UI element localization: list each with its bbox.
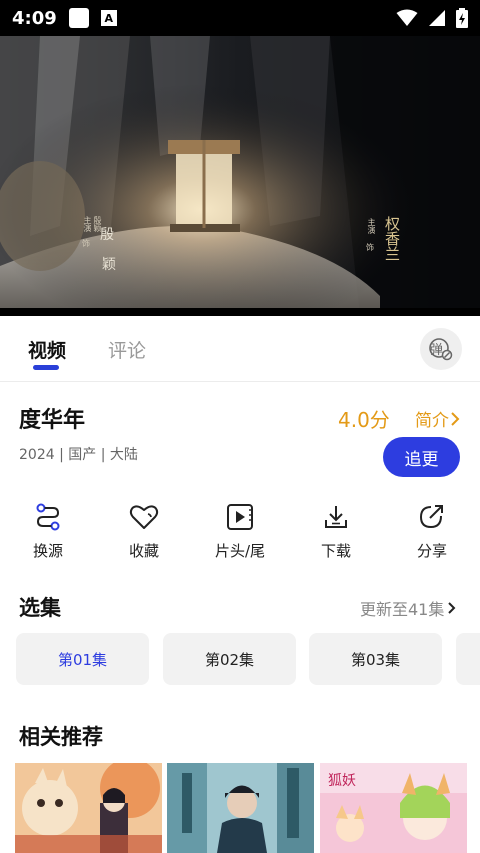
tab-video[interactable]: 视频 bbox=[28, 336, 66, 363]
action-row: 换源 收藏 片头/尾 下载 分享 bbox=[0, 500, 480, 566]
favorite-button[interactable]: 收藏 bbox=[104, 500, 184, 561]
intro-label: 简介 bbox=[415, 411, 449, 431]
video-subtitle-3: 权香兰 bbox=[383, 216, 401, 261]
episodes-title: 选集 bbox=[19, 596, 61, 620]
switch-source-icon bbox=[36, 503, 60, 531]
poster-image-3: 狐妖 bbox=[320, 763, 467, 853]
signal-icon bbox=[429, 10, 445, 26]
recommend-poster-1[interactable] bbox=[15, 763, 162, 853]
poster-image-2 bbox=[167, 763, 314, 853]
status-bar: 4:09 A bbox=[0, 0, 480, 36]
battery-icon bbox=[456, 8, 468, 28]
video-tag-3: 殷颖 bbox=[93, 216, 102, 232]
wifi-icon bbox=[396, 9, 418, 26]
show-score: 4.0分 bbox=[338, 408, 390, 432]
episodes-update-text: 更新至41集 bbox=[360, 600, 445, 619]
notification-icon bbox=[68, 8, 89, 28]
episode-item-3[interactable]: 第03集 bbox=[309, 633, 442, 685]
tab-comments[interactable]: 评论 bbox=[108, 336, 146, 363]
video-tag-4: 主演 bbox=[367, 218, 376, 234]
episode-item-1[interactable]: 第01集 bbox=[16, 633, 149, 685]
chevron-right-icon bbox=[448, 602, 456, 614]
heart-icon bbox=[129, 505, 159, 529]
a-badge-icon: A bbox=[100, 10, 117, 26]
active-tab-indicator bbox=[33, 365, 59, 370]
share-label: 分享 bbox=[416, 542, 447, 560]
svg-text:狐妖: 狐妖 bbox=[328, 773, 356, 789]
download-icon bbox=[325, 506, 347, 528]
intro-link[interactable]: 简介 bbox=[415, 406, 461, 431]
video-tag-2: 饰 bbox=[82, 239, 90, 248]
recommend-poster-2[interactable] bbox=[167, 763, 314, 853]
poster-image-1 bbox=[15, 763, 162, 853]
recommend-poster-3[interactable]: 狐妖 bbox=[320, 763, 467, 853]
episodes-more-link[interactable]: 更新至41集 bbox=[360, 596, 458, 620]
video-tag-5: 饰 bbox=[366, 243, 374, 252]
share-button[interactable]: 分享 bbox=[392, 500, 472, 561]
episode-item-2[interactable]: 第02集 bbox=[163, 633, 296, 685]
video-frame bbox=[0, 36, 480, 316]
download-label: 下载 bbox=[320, 542, 351, 560]
chevron-right-icon bbox=[451, 411, 460, 426]
danmu-label: 弹 bbox=[430, 343, 444, 358]
episode-item-4[interactable] bbox=[456, 633, 480, 685]
show-meta: 2024 | 国产 | 大陆 bbox=[19, 447, 138, 463]
show-title: 度华年 bbox=[19, 408, 86, 433]
download-button[interactable]: 下载 bbox=[296, 500, 376, 561]
follow-button[interactable]: 追更 bbox=[383, 437, 460, 477]
video-player[interactable]: 殷 颖 权香兰 主演 饰 殷颖 主演 饰 bbox=[0, 36, 480, 316]
skip-intro-label: 片头/尾 bbox=[214, 542, 266, 560]
favorite-label: 收藏 bbox=[128, 542, 159, 560]
content-tabs: 视频 评论 bbox=[0, 316, 480, 382]
status-time: 4:09 bbox=[12, 7, 57, 29]
share-icon bbox=[419, 505, 443, 529]
skip-intro-button[interactable]: 片头/尾 bbox=[200, 500, 280, 561]
danmu-toggle-button[interactable]: 弹 bbox=[420, 328, 462, 370]
switch-source-label: 换源 bbox=[32, 542, 63, 560]
recommend-title: 相关推荐 bbox=[19, 725, 103, 749]
video-subtitle-2: 颖 bbox=[102, 257, 116, 273]
switch-source-button[interactable]: 换源 bbox=[8, 500, 88, 561]
skip-intro-icon bbox=[227, 504, 253, 530]
